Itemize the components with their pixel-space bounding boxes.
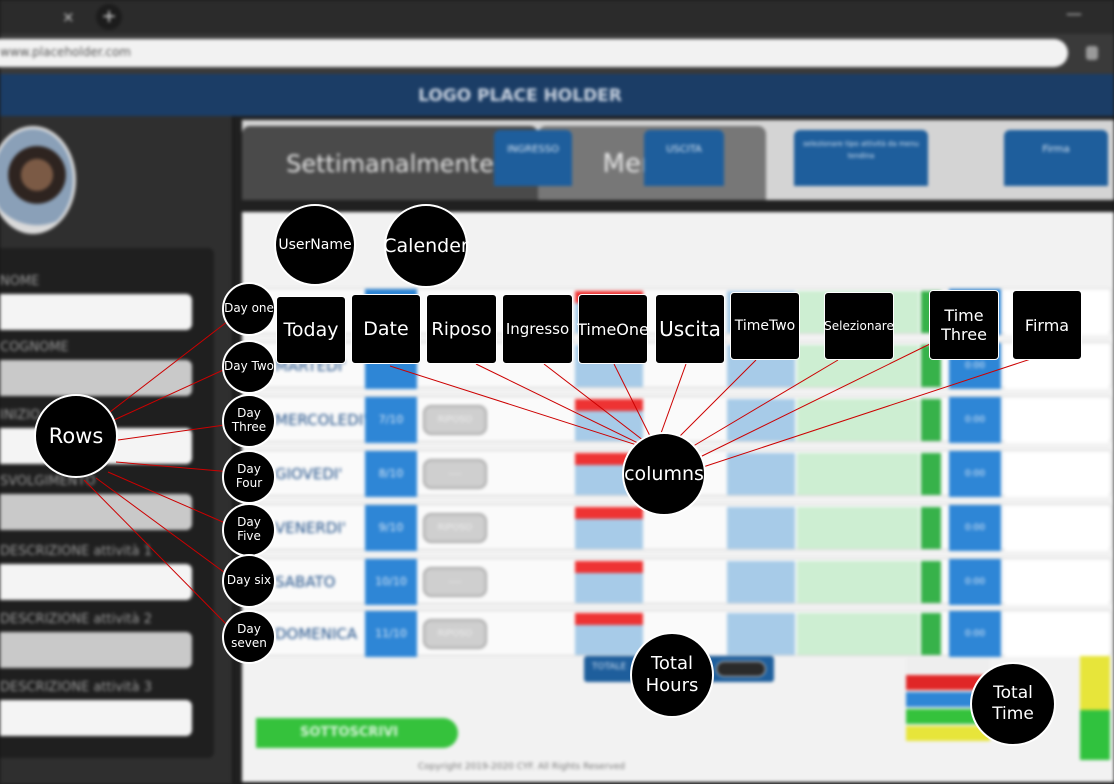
connector-line [107, 471, 233, 527]
connector-lines [83, 317, 1041, 631]
annotation-col-timeone: TimeOne [577, 294, 649, 364]
connector-line [675, 359, 757, 441]
connector-line [613, 363, 653, 441]
connector-line [83, 479, 233, 631]
connector-line [109, 317, 233, 413]
connector-line [389, 365, 641, 447]
connector-line [117, 423, 233, 441]
annotation-columns: columns [622, 432, 706, 516]
annotation-day-two: Day Two [222, 340, 276, 394]
screenshot-root: × + — www.placeholder.com LOGO PLACE HOL… [0, 0, 1114, 784]
annotation-total-time: Total Time [970, 662, 1056, 746]
annotation-day-six: Day six [222, 554, 276, 608]
annotation-rows: Rows [34, 394, 118, 478]
connector-line [113, 365, 233, 421]
connector-line [95, 477, 233, 579]
annotation-calender: Calender [383, 204, 469, 288]
annotation-col-timethree: Time Three [929, 290, 999, 360]
connector-line [659, 363, 687, 437]
annotation-col-riposo: Riposo [426, 294, 497, 364]
annotation-col-firma: Firma [1012, 290, 1082, 360]
annotation-col-ingresso: Ingresso [502, 294, 573, 364]
annotation-day-five: Day Five [222, 503, 276, 557]
annotation-day-four: Day Four [222, 450, 276, 504]
annotation-day-one: Day one [222, 282, 276, 336]
connector-line [115, 461, 233, 473]
annotation-col-timetwo: TimeTwo [730, 292, 800, 360]
annotation-day-three: Day Three [222, 394, 276, 448]
annotation-col-selezionare: Selezionare [824, 292, 894, 360]
annotation-col-today: Today [276, 296, 346, 364]
annotation-overlay: UserName Calender Today Date Riposo Ingr… [0, 0, 1114, 784]
annotation-total-hours: Total Hours [630, 632, 714, 718]
annotation-username: UserName [274, 204, 356, 286]
annotation-day-seven: Day seven [222, 610, 276, 664]
annotation-col-uscita: Uscita [655, 294, 725, 364]
annotation-col-date: Date [351, 294, 421, 364]
